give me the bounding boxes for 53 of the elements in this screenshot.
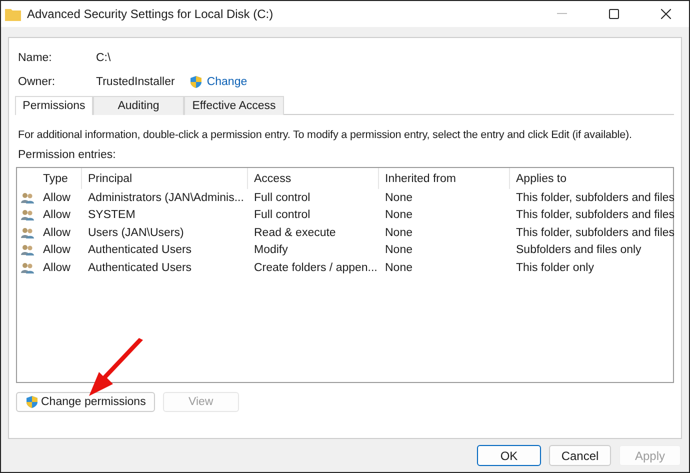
table-cell-text: This folder, subfolders and files: [515, 209, 675, 222]
users-icon: [20, 192, 35, 204]
owner-label: Owner:: [18, 76, 56, 88]
owner-value: TrustedInstaller: [96, 76, 175, 88]
table-cell-text: None: [384, 226, 414, 239]
table-cell-text: Full control: [253, 209, 312, 222]
column-header[interactable]: Type: [37, 168, 82, 189]
table-cell-text: None: [384, 244, 414, 256]
table-cell-text: Users (JAN\Users): [87, 226, 185, 239]
maximize-icon[interactable]: [609, 9, 619, 19]
table-cell-text: None: [384, 192, 414, 204]
users-icon: [20, 244, 35, 256]
table-cell-text: Authenticated Users: [87, 262, 193, 274]
table-cell-text: This folder, subfolders and files: [515, 192, 675, 204]
users-icon: [20, 226, 35, 239]
table-cell-text: Allow: [42, 209, 72, 222]
table-cell-text: SYSTEM: [87, 209, 136, 222]
table-cell-text: Authenticated Users: [87, 244, 193, 256]
table-cell-text: None: [384, 262, 414, 274]
table-cell-text: Allow: [42, 226, 72, 239]
folder-icon: [5, 8, 21, 20]
table-cell-text: Administrators (JAN\Adminis...: [87, 192, 245, 204]
info-text: For additional information, double-click a permission entry. To modify a permission entry, select the entry and click Edit (if available).: [18, 129, 633, 141]
table-cell-text: Allow: [42, 262, 72, 274]
table-cell-text: Allow: [42, 192, 72, 204]
window-title: Advanced Security Settings for Local Disk (C:): [27, 7, 274, 21]
users-icon: [20, 262, 35, 274]
action-button[interactable]: Change permissions: [16, 392, 155, 412]
shield-icon: [188, 75, 203, 89]
table-cell-text: Read & execute: [253, 226, 337, 239]
column-header[interactable]: Inherited from: [379, 168, 510, 189]
table-cell-text: None: [384, 209, 414, 222]
users-icon: [20, 209, 35, 222]
table-cell-text: This folder only: [515, 262, 595, 274]
column-header[interactable]: Principal: [82, 168, 248, 189]
tab[interactable]: Permissions: [15, 96, 93, 115]
table-cell-text: Modify: [253, 244, 289, 256]
column-header[interactable]: Applies to: [510, 168, 673, 189]
change-owner-link[interactable]: Change: [206, 76, 248, 88]
table-cell-text: This folder, subfolders and files: [515, 226, 675, 239]
close-icon[interactable]: [661, 9, 671, 19]
table-cell-text: Full control: [253, 192, 312, 204]
table-cell-text: Subfolders and files only: [515, 244, 642, 256]
column-header[interactable]: Access: [248, 168, 379, 189]
table-cell-text: Allow: [42, 244, 72, 256]
dialog-button[interactable]: OK: [477, 445, 541, 466]
tab[interactable]: Effective Access: [184, 96, 284, 115]
dialog-button[interactable]: Cancel: [549, 445, 611, 466]
entries-label: Permission entries:: [18, 149, 117, 161]
tab[interactable]: Auditing: [93, 96, 184, 115]
table-cell-text: Create folders / appen...: [253, 262, 378, 274]
name-label: Name:: [18, 52, 53, 64]
name-value[interactable]: C:\: [96, 52, 111, 64]
